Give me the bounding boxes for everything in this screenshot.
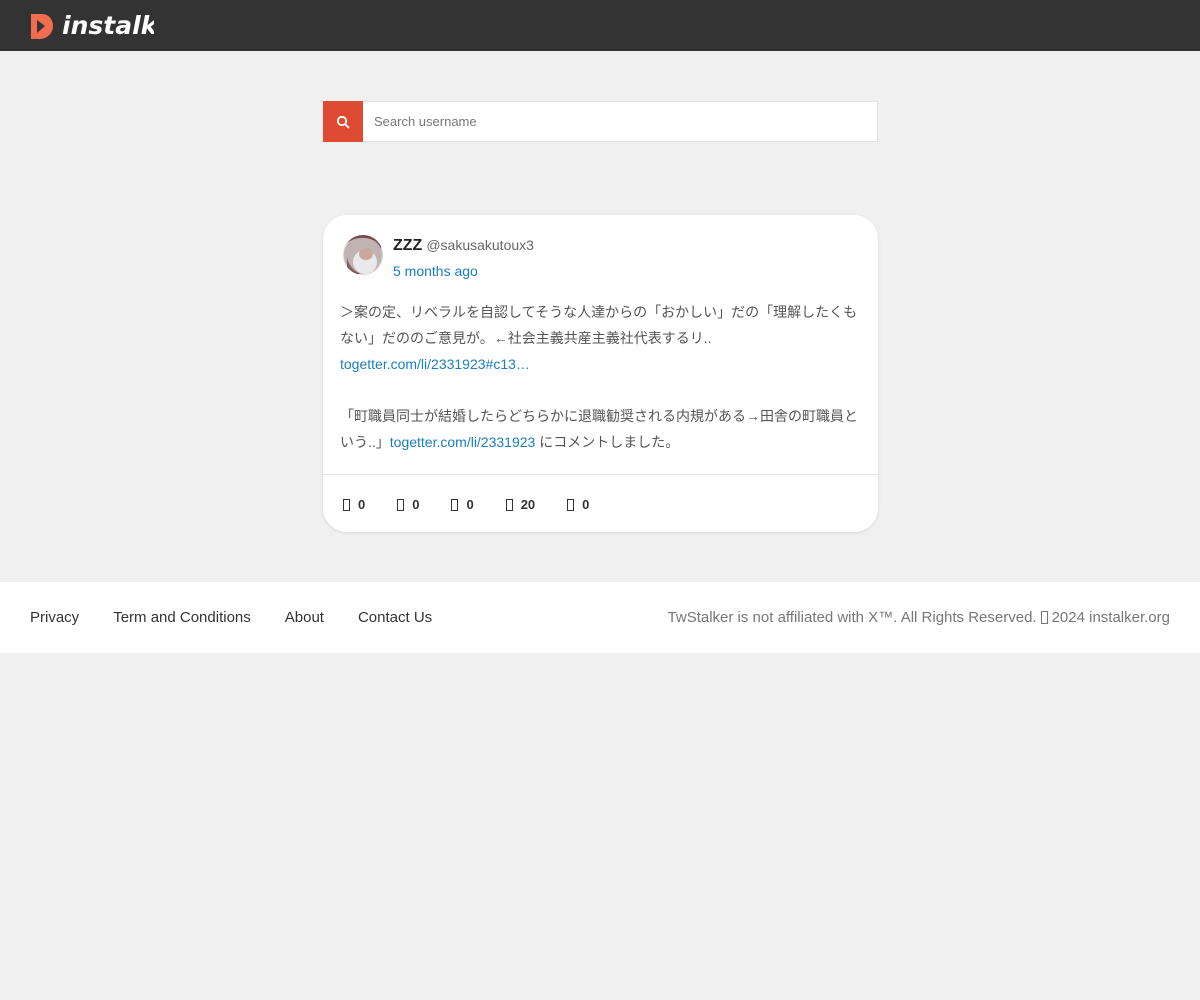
like-stat[interactable]: 20 xyxy=(505,497,536,512)
post-link-1[interactable]: togetter.com/li/2331923#c13… xyxy=(340,356,530,372)
avatar[interactable] xyxy=(343,235,383,275)
post-paragraph-1: ＞案の定、リベラルを自認してそうな人達からの「おかしい」だの「理解したくもない」… xyxy=(340,304,858,346)
search-icon xyxy=(336,115,350,128)
quote-icon xyxy=(451,498,459,511)
bookmark-count: 0 xyxy=(582,497,590,512)
bookmark-stat[interactable]: 0 xyxy=(567,497,589,512)
copyright-icon xyxy=(1040,611,1048,624)
author-info: ZZZ @sakusakutoux3 5 months ago xyxy=(393,237,534,281)
footer-link-terms[interactable]: Term and Conditions xyxy=(113,609,251,626)
post-time[interactable]: 5 months ago xyxy=(393,263,478,279)
heart-icon xyxy=(505,498,513,511)
top-navbar: instalker xyxy=(0,0,1200,51)
search-input[interactable] xyxy=(363,102,877,141)
reply-icon xyxy=(343,498,350,511)
search-button[interactable] xyxy=(323,101,363,142)
brand-logo-icon xyxy=(31,14,53,39)
like-count: 20 xyxy=(520,497,536,512)
post-paragraph-2-suffix: にコメントしました。 xyxy=(535,434,680,450)
reply-count: 0 xyxy=(358,497,366,512)
footer-link-contact[interactable]: Contact Us xyxy=(358,609,432,626)
copyright: TwStalker is not affiliated with X™. All… xyxy=(668,582,1170,653)
reply-stat[interactable]: 0 xyxy=(343,497,365,512)
retweet-stat[interactable]: 0 xyxy=(397,497,419,512)
user-handle: @sakusakutoux3 xyxy=(426,237,534,253)
footer-link-privacy[interactable]: Privacy xyxy=(30,609,79,626)
footer-link-about[interactable]: About xyxy=(285,609,324,626)
post-text: ＞案の定、リベラルを自認してそうな人達からの「おかしい」だの「理解したくもない」… xyxy=(340,299,865,455)
footer: Privacy Term and Conditions About Contac… xyxy=(0,582,1200,653)
retweet-icon xyxy=(397,498,405,511)
search-bar xyxy=(323,101,878,142)
copyright-prefix: TwStalker is not affiliated with X™. All… xyxy=(667,609,1037,626)
display-name[interactable]: ZZZ xyxy=(393,237,422,255)
tweet-card: ZZZ @sakusakutoux3 5 months ago ＞案の定、リベラ… xyxy=(323,215,878,532)
retweet-count: 0 xyxy=(412,497,420,512)
quote-stat[interactable]: 0 xyxy=(451,497,474,512)
brand-logo-link[interactable]: instalker xyxy=(28,12,154,40)
bookmark-icon xyxy=(567,498,575,511)
footer-nav: Privacy Term and Conditions About Contac… xyxy=(30,582,466,653)
avatar-image xyxy=(343,235,383,275)
card-divider xyxy=(323,474,878,475)
copyright-suffix: 2024 instalker.org xyxy=(1051,609,1170,626)
post-stats: 0 0 0 20 0 xyxy=(343,497,621,512)
post-link-2[interactable]: togetter.com/li/2331923 xyxy=(390,434,536,450)
brand-name: instalker xyxy=(62,12,154,40)
quote-count: 0 xyxy=(466,497,474,512)
